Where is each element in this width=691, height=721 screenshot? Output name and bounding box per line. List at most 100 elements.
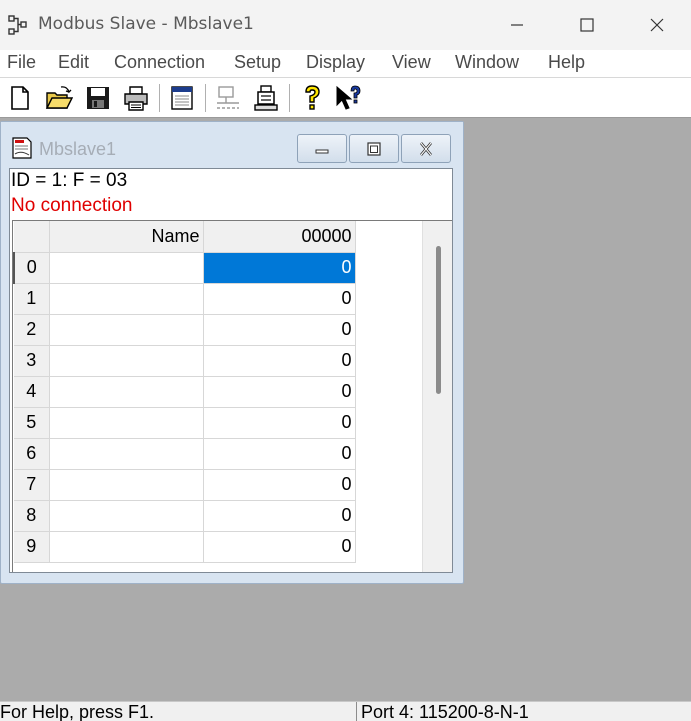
child-maximize-button[interactable] <box>349 134 399 163</box>
new-document-button[interactable] <box>5 83 35 113</box>
name-cell[interactable] <box>49 314 204 346</box>
menu-view[interactable]: View <box>392 52 431 73</box>
window-button[interactable] <box>167 83 197 113</box>
disconnect-icon <box>254 85 278 111</box>
vertical-scrollbar[interactable] <box>422 221 452 572</box>
save-disk-icon <box>87 87 109 109</box>
row-header[interactable]: 0 <box>13 251 50 284</box>
toolbar-separator <box>205 84 207 112</box>
row-header[interactable]: 7 <box>14 469 50 501</box>
table-row: 9 0 <box>14 531 356 563</box>
modbus-app-icon <box>8 15 27 35</box>
child-window-title: Mbslave1 <box>39 139 117 159</box>
row-header[interactable]: 5 <box>14 407 50 439</box>
document-icon <box>12 137 32 159</box>
row-header[interactable]: 6 <box>14 438 50 470</box>
row-header[interactable]: 8 <box>14 500 50 532</box>
name-cell[interactable] <box>49 469 204 501</box>
main-title-bar: Modbus Slave - Mbslave1 <box>0 0 691 50</box>
connect-button[interactable] <box>213 83 243 113</box>
table-row: 1 0 <box>14 283 356 315</box>
column-header-name[interactable]: Name <box>49 221 204 253</box>
value-cell[interactable]: 0 <box>203 314 356 346</box>
connection-status-text: No connection <box>11 195 133 216</box>
child-title-bar[interactable]: Mbslave1 <box>1 122 463 168</box>
window-title: Modbus Slave - Mbslave1 <box>38 14 254 34</box>
name-cell[interactable] <box>49 252 204 284</box>
value-cell[interactable]: 0 <box>203 500 356 532</box>
table-row: 7 0 <box>14 469 356 501</box>
row-header[interactable]: 9 <box>14 531 50 563</box>
help-button[interactable] <box>297 83 327 113</box>
maximize-button[interactable] <box>552 0 622 50</box>
slave-id-function-info: ID = 1: F = 03 <box>11 170 128 191</box>
value-cell[interactable]: 0 <box>203 252 356 284</box>
table-row: 5 0 <box>14 407 356 439</box>
register-grid: Name 00000 0 0 1 0 2 0 3 0 4 0 5 0 6 0 7… <box>12 220 452 572</box>
open-button[interactable] <box>44 83 74 113</box>
menu-help[interactable]: Help <box>548 52 585 73</box>
print-icon <box>124 86 148 111</box>
table-row: 0 0 <box>13 251 356 284</box>
print-button[interactable] <box>121 83 151 113</box>
column-header-address[interactable]: 00000 <box>203 221 356 253</box>
table-row: 4 0 <box>14 376 356 408</box>
row-header[interactable]: 2 <box>14 314 50 346</box>
value-cell[interactable]: 0 <box>203 438 356 470</box>
value-cell[interactable]: 0 <box>203 283 356 315</box>
save-button[interactable] <box>83 83 113 113</box>
name-cell[interactable] <box>49 376 204 408</box>
menu-window[interactable]: Window <box>455 52 519 73</box>
name-cell[interactable] <box>49 345 204 377</box>
open-folder-icon <box>45 86 73 109</box>
menu-edit[interactable]: Edit <box>58 52 89 73</box>
window-icon <box>171 86 193 110</box>
menu-connection[interactable]: Connection <box>114 52 205 73</box>
maximize-icon <box>580 18 594 32</box>
row-header[interactable]: 3 <box>14 345 50 377</box>
connect-icon <box>217 86 239 109</box>
minimize-icon <box>315 149 329 153</box>
toolbar-separator <box>159 84 161 112</box>
row-header[interactable]: 4 <box>14 376 50 408</box>
value-cell[interactable]: 0 <box>203 376 356 408</box>
menu-display[interactable]: Display <box>306 52 365 73</box>
row-header[interactable]: 1 <box>14 283 50 315</box>
status-bar: For Help, press F1. Port 4: 115200-8-N-1 <box>0 701 691 721</box>
menu-file[interactable]: File <box>7 52 36 73</box>
table-row: 6 0 <box>14 438 356 470</box>
status-port-text: Port 4: 115200-8-N-1 <box>361 702 529 721</box>
child-close-button[interactable] <box>401 134 451 163</box>
name-cell[interactable] <box>49 500 204 532</box>
scrollbar-thumb[interactable] <box>436 246 441 394</box>
value-cell[interactable]: 0 <box>203 345 356 377</box>
minimize-icon <box>511 24 523 26</box>
name-cell[interactable] <box>49 438 204 470</box>
child-client-area: ID = 1: F = 03 No connection Name 00000 … <box>9 168 453 573</box>
menu-setup[interactable]: Setup <box>234 52 281 73</box>
child-window-mbslave1: Mbslave1 ID = 1: F = 03 No connection Na… <box>0 121 464 584</box>
value-cell[interactable]: 0 <box>203 469 356 501</box>
value-cell[interactable]: 0 <box>203 531 356 563</box>
table-row: 8 0 <box>14 500 356 532</box>
name-cell[interactable] <box>49 531 204 563</box>
new-document-icon <box>11 86 29 110</box>
status-help-text: For Help, press F1. <box>0 702 155 721</box>
close-icon <box>650 18 664 32</box>
name-cell[interactable] <box>49 407 204 439</box>
context-help-button[interactable] <box>333 83 363 113</box>
child-minimize-button[interactable] <box>297 134 347 163</box>
table-row: 3 0 <box>14 345 356 377</box>
maximize-icon <box>367 141 381 156</box>
disconnect-button[interactable] <box>251 83 281 113</box>
grid-header-row: Name 00000 <box>14 221 356 253</box>
minimize-button[interactable] <box>482 0 552 50</box>
grid-corner-cell[interactable] <box>14 221 50 253</box>
value-cell[interactable]: 0 <box>203 407 356 439</box>
table-row: 2 0 <box>14 314 356 346</box>
context-help-icon <box>336 85 361 110</box>
status-divider <box>356 702 357 721</box>
close-button[interactable] <box>622 0 691 50</box>
name-cell[interactable] <box>49 283 204 315</box>
register-table: Name 00000 0 0 1 0 2 0 3 0 4 0 5 0 6 0 7… <box>13 221 356 563</box>
